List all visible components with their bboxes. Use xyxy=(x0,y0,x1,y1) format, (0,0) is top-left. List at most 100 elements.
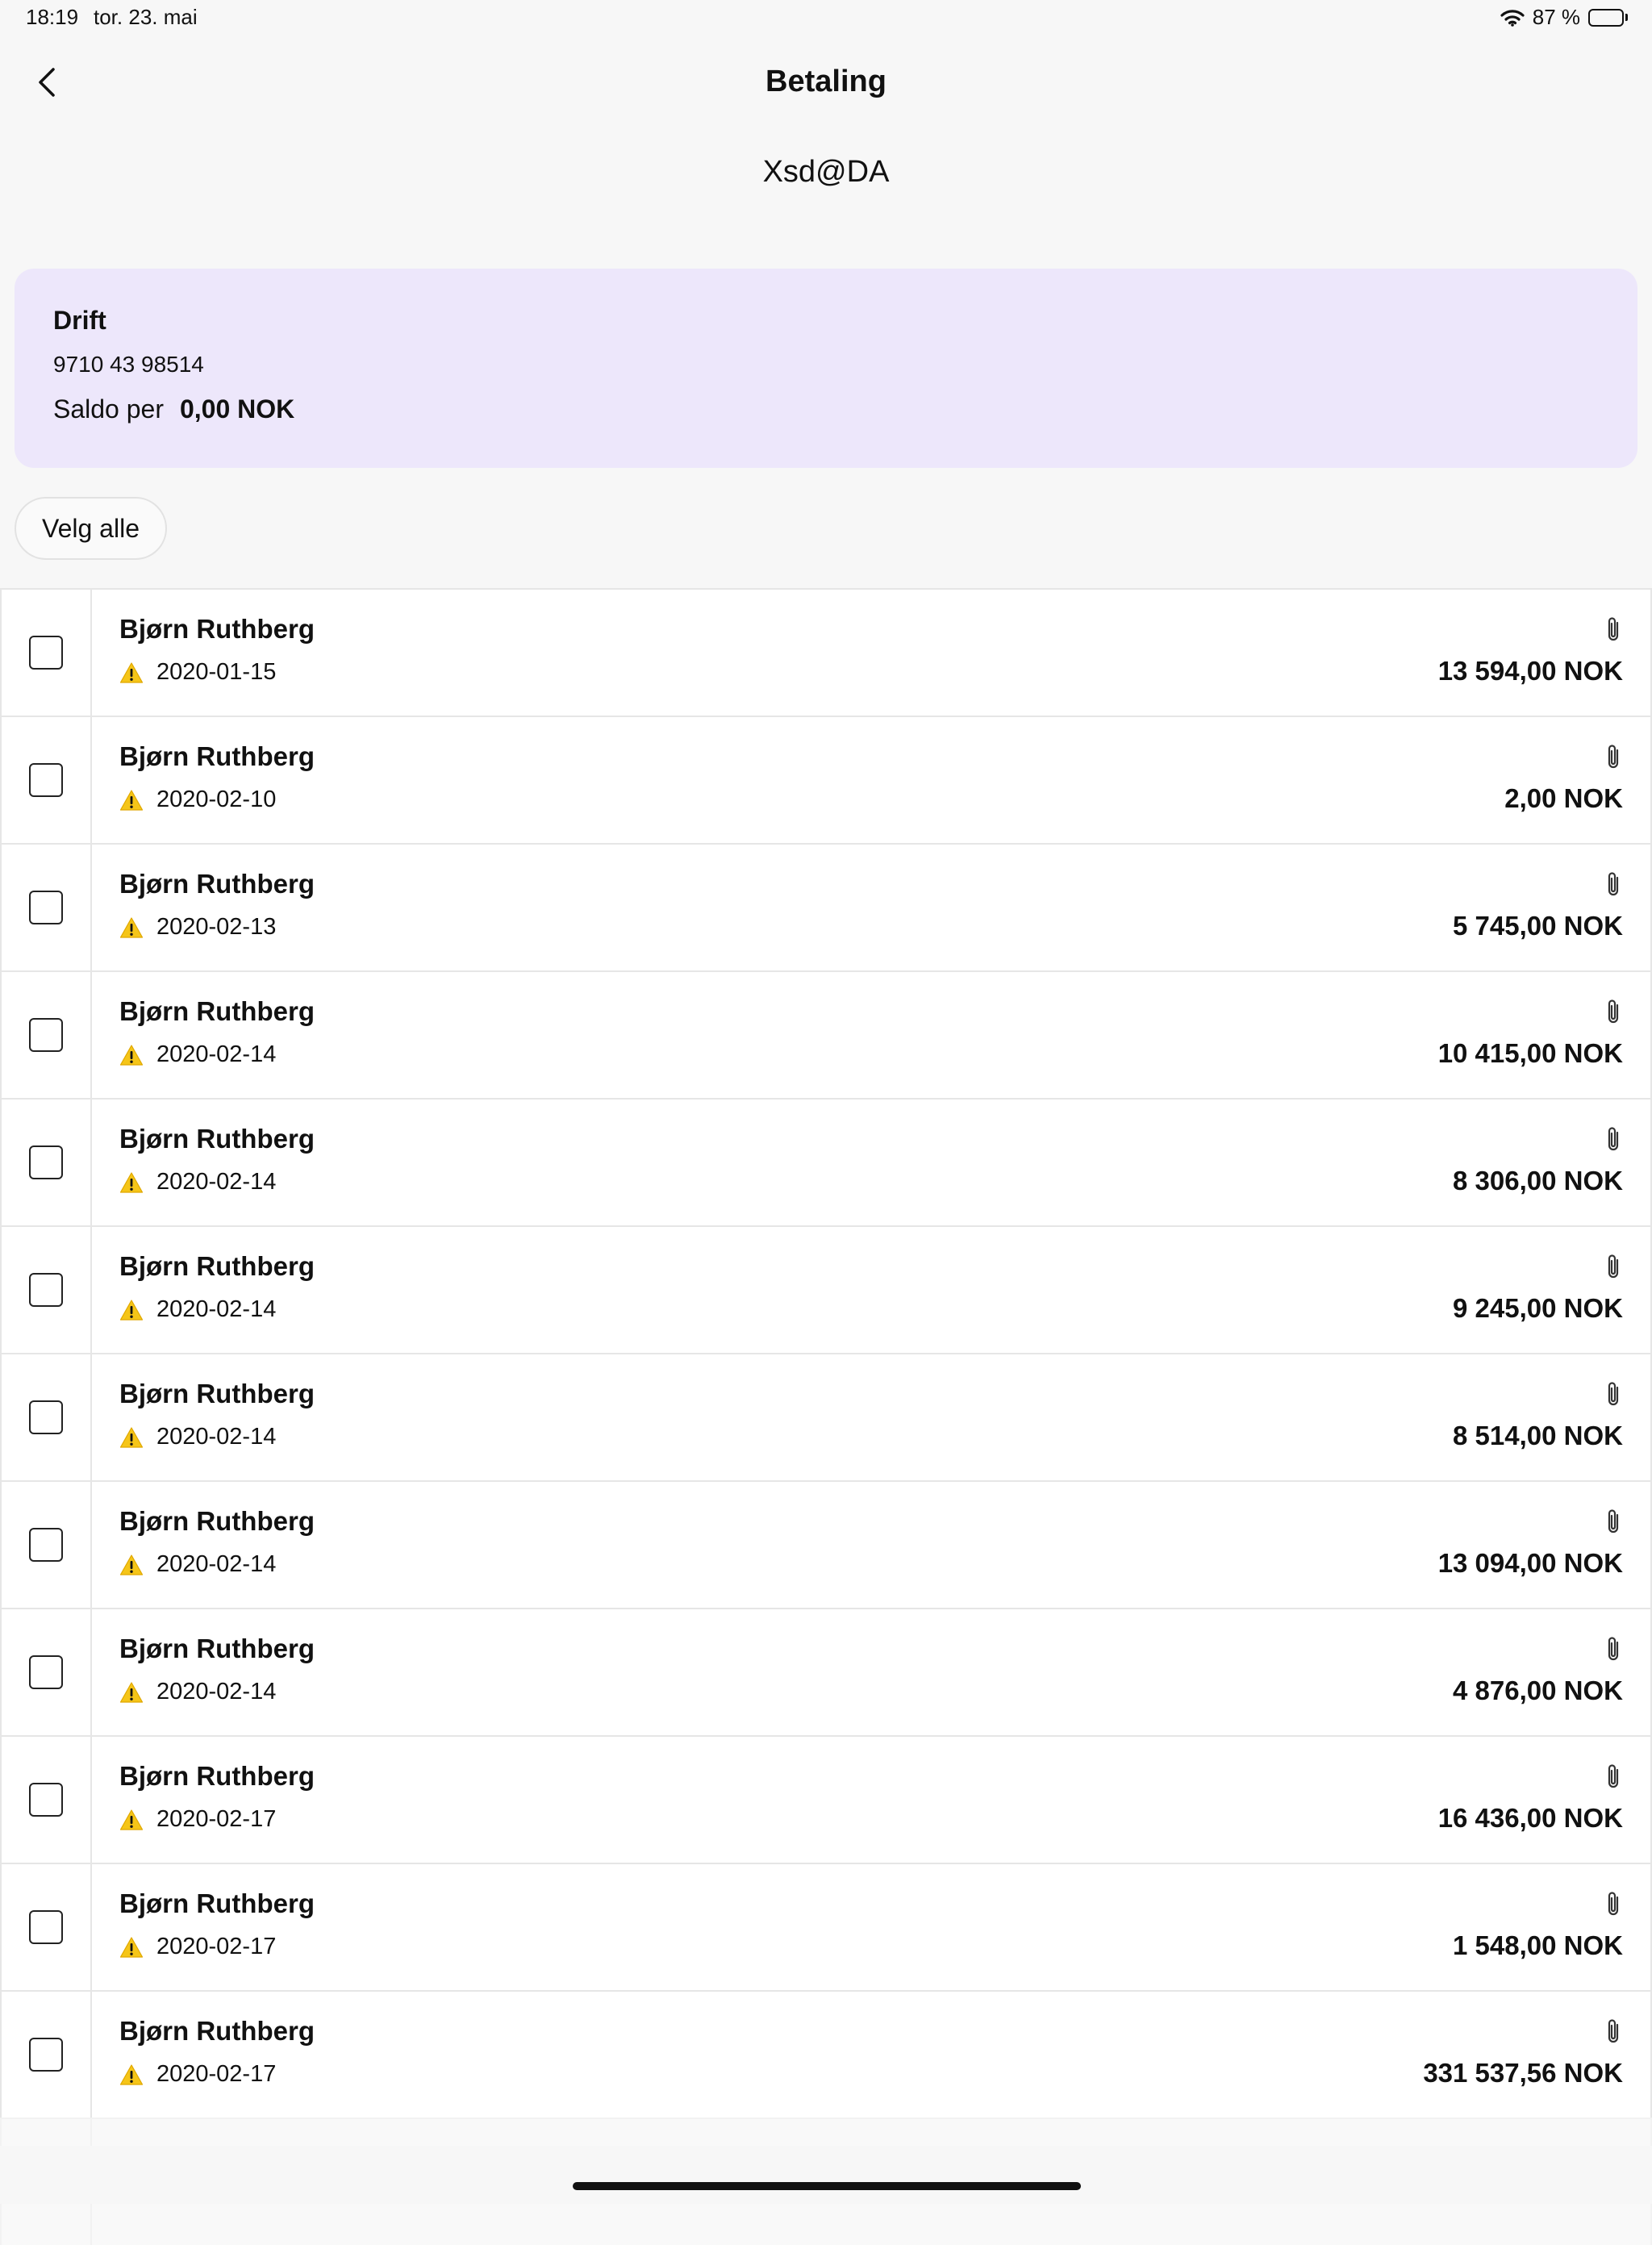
checkbox-cell xyxy=(2,1482,92,1608)
payment-amount: 13 594,00 NOK xyxy=(1437,656,1623,686)
date-line: 2020-02-14 xyxy=(119,1169,276,1196)
row-checkbox[interactable] xyxy=(29,1655,63,1689)
warning-icon xyxy=(119,2063,144,2086)
status-bar: 18:19 tor. 23. mai 87 % xyxy=(0,0,1652,39)
checkbox-cell xyxy=(2,1354,92,1480)
payment-date: 2020-02-14 xyxy=(156,1169,277,1195)
warning-icon xyxy=(119,916,144,939)
payment-row[interactable]: Bjørn Ruthberg 2020-02-10 2,00 NOK xyxy=(0,716,1652,843)
payee-name: Bjørn Ruthberg xyxy=(119,1124,315,1154)
checkbox-cell xyxy=(2,1609,92,1735)
payment-date: 2020-02-14 xyxy=(156,1551,277,1577)
checkbox-cell xyxy=(2,717,92,843)
payment-date: 2020-01-15 xyxy=(156,659,277,685)
row-checkbox[interactable] xyxy=(29,1400,63,1434)
payment-row[interactable]: Bjørn Ruthberg 2020-02-14 8 514,00 NOK xyxy=(0,1353,1652,1480)
payment-row[interactable]: Bjørn Ruthberg 2020-01-15 13 594,00 NOK xyxy=(0,588,1652,716)
checkbox-cell xyxy=(2,1100,92,1225)
paperclip-icon[interactable] xyxy=(1604,1253,1623,1282)
checkbox-cell xyxy=(2,1992,92,2118)
payment-row[interactable]: Bjørn Ruthberg 2020-02-17 16 436,00 NOK xyxy=(0,1735,1652,1863)
payment-date: 2020-02-14 xyxy=(156,1679,277,1705)
paperclip-icon[interactable] xyxy=(1604,1635,1623,1664)
payment-row[interactable]: Bjørn Ruthberg 2020-02-17 1 548,00 NOK xyxy=(0,1863,1652,1990)
date-line: 2020-02-17 xyxy=(119,1934,276,1960)
payee-name: Bjørn Ruthberg xyxy=(119,1761,315,1791)
bottom-area xyxy=(0,2146,1652,2204)
status-date: tor. 23. mai xyxy=(94,5,198,29)
date-line: 2020-02-14 xyxy=(119,1296,276,1323)
payment-row[interactable]: Bjørn Ruthberg 2020-02-14 4 876,00 NOK xyxy=(0,1608,1652,1735)
row-checkbox[interactable] xyxy=(29,1528,63,1562)
warning-icon xyxy=(119,789,144,812)
account-card: Drift 9710 43 98514 Saldo per 0,00 NOK xyxy=(15,269,1637,468)
paperclip-icon[interactable] xyxy=(1604,870,1623,899)
paperclip-icon[interactable] xyxy=(1604,1125,1623,1154)
account-name: Drift xyxy=(53,306,106,335)
row-checkbox[interactable] xyxy=(29,1145,63,1179)
date-line: 2020-02-17 xyxy=(119,1806,276,1833)
date-line: 2020-02-14 xyxy=(119,1041,276,1068)
date-line: 2020-02-14 xyxy=(119,1551,276,1578)
row-checkbox[interactable] xyxy=(29,2038,63,2072)
payee-name: Bjørn Ruthberg xyxy=(119,869,315,899)
payment-row[interactable]: Bjørn Ruthberg 2020-02-17 331 537,56 NOK xyxy=(0,1990,1652,2118)
payment-row[interactable]: Bjørn Ruthberg 2020-02-14 13 094,00 NOK xyxy=(0,1480,1652,1608)
payment-amount: 13 094,00 NOK xyxy=(1437,1548,1623,1578)
warning-icon xyxy=(119,661,144,684)
payment-amount: 16 436,00 NOK xyxy=(1437,1803,1623,1833)
payment-date: 2020-02-10 xyxy=(156,787,277,812)
row-checkbox[interactable] xyxy=(29,763,63,797)
battery-icon xyxy=(1588,8,1628,27)
payment-date: 2020-02-17 xyxy=(156,1934,277,1959)
payment-date: 2020-02-14 xyxy=(156,1424,277,1450)
payee-name: Bjørn Ruthberg xyxy=(119,996,315,1026)
checkbox-cell xyxy=(2,1864,92,1990)
warning-icon xyxy=(119,1044,144,1066)
date-line: 2020-02-14 xyxy=(119,1424,276,1450)
balance-label: Saldo per xyxy=(53,394,164,424)
warning-icon xyxy=(119,1681,144,1704)
checkbox-cell xyxy=(2,845,92,970)
select-all-button[interactable]: Velg alle xyxy=(15,497,167,560)
home-indicator[interactable] xyxy=(573,2182,1081,2190)
warning-icon xyxy=(119,1809,144,1831)
payment-row[interactable]: Bjørn Ruthberg 2020-02-14 10 415,00 NOK xyxy=(0,970,1652,1098)
paperclip-icon[interactable] xyxy=(1604,1380,1623,1409)
payment-date: 2020-02-17 xyxy=(156,1806,277,1832)
payment-amount: 8 306,00 NOK xyxy=(1453,1166,1623,1196)
payment-amount: 5 745,00 NOK xyxy=(1453,911,1623,941)
checkbox-cell xyxy=(2,1227,92,1353)
payment-amount: 4 876,00 NOK xyxy=(1453,1675,1623,1705)
payment-row[interactable]: Bjørn Ruthberg 2020-02-14 9 245,00 NOK xyxy=(0,1225,1652,1353)
paperclip-icon[interactable] xyxy=(1604,743,1623,772)
status-time: 18:19 xyxy=(26,5,79,29)
date-line: 2020-02-17 xyxy=(119,2061,276,2088)
payment-date: 2020-02-14 xyxy=(156,1296,277,1322)
row-checkbox[interactable] xyxy=(29,1273,63,1307)
paperclip-icon[interactable] xyxy=(1604,998,1623,1027)
payment-date: 2020-02-14 xyxy=(156,1041,277,1067)
payee-name: Bjørn Ruthberg xyxy=(119,614,315,644)
payee-name: Bjørn Ruthberg xyxy=(119,1634,315,1663)
payment-row[interactable]: Bjørn Ruthberg 2020-02-13 5 745,00 NOK xyxy=(0,843,1652,970)
payee-name: Bjørn Ruthberg xyxy=(119,1888,315,1918)
row-checkbox[interactable] xyxy=(29,1018,63,1052)
status-indicators: 87 % xyxy=(1500,5,1628,30)
paperclip-icon[interactable] xyxy=(1604,615,1623,645)
row-checkbox[interactable] xyxy=(29,1783,63,1817)
paperclip-icon[interactable] xyxy=(1604,1508,1623,1537)
page-title: Betaling xyxy=(766,65,886,98)
payment-row[interactable]: Bjørn Ruthberg 2020-02-14 8 306,00 NOK xyxy=(0,1098,1652,1225)
payee-name: Bjørn Ruthberg xyxy=(119,1506,315,1536)
row-checkbox[interactable] xyxy=(29,636,63,670)
row-checkbox[interactable] xyxy=(29,891,63,924)
paperclip-icon[interactable] xyxy=(1604,2018,1623,2047)
paperclip-icon[interactable] xyxy=(1604,1890,1623,1919)
paperclip-icon[interactable] xyxy=(1604,1763,1623,1792)
payment-amount: 10 415,00 NOK xyxy=(1437,1038,1623,1068)
row-checkbox[interactable] xyxy=(29,1910,63,1944)
payment-list: Bjørn Ruthberg 2020-01-15 13 594,00 NOK xyxy=(0,588,1652,2245)
account-number: 9710 43 98514 xyxy=(53,352,204,377)
payee-name: Bjørn Ruthberg xyxy=(119,1251,315,1281)
